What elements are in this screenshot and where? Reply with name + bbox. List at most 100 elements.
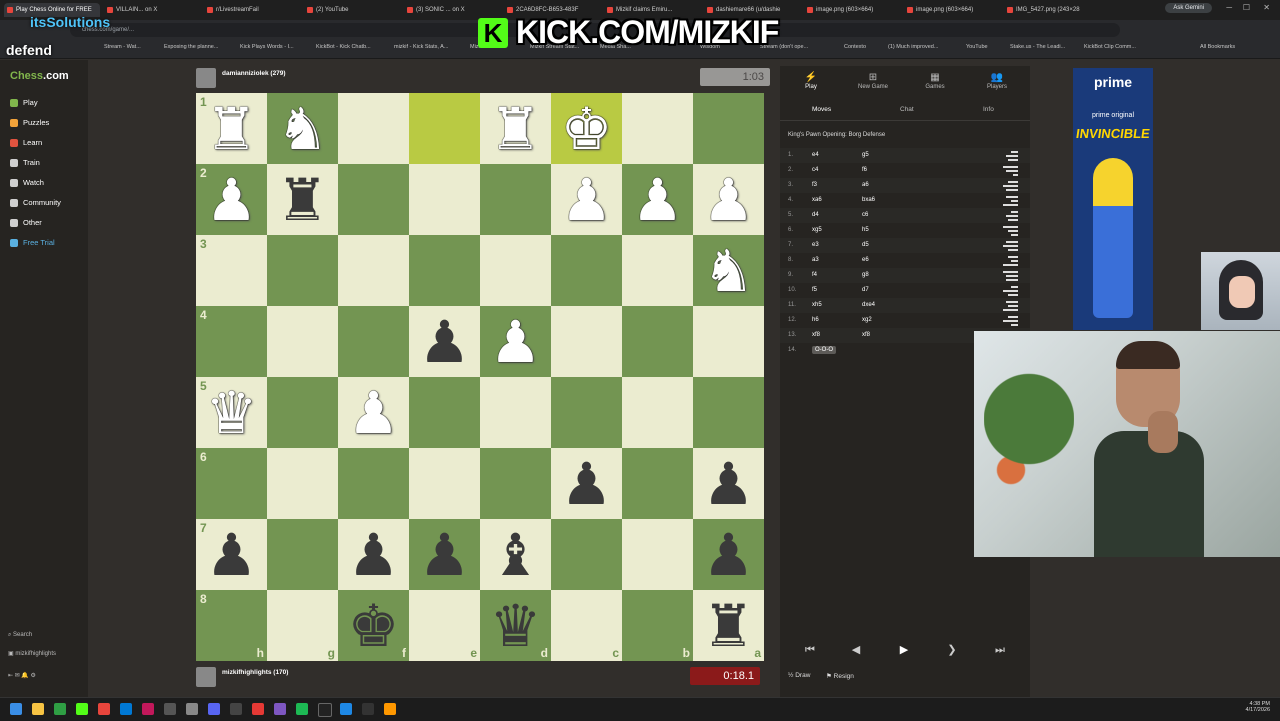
board-square[interactable] [622,377,693,448]
board-square[interactable] [551,377,622,448]
first-move-icon[interactable]: ⏮ [788,638,832,662]
avatar[interactable] [196,667,216,687]
black-bishop-piece[interactable]: ♝ [490,526,542,584]
white-move[interactable]: c4 [812,167,818,173]
bookmark[interactable]: (1) Much improved... [888,44,938,50]
bookmark[interactable]: Stream - Wat... [104,44,141,50]
board-square[interactable] [338,448,409,519]
board-square[interactable] [551,235,622,306]
bookmark[interactable]: Exposing the planne... [164,44,218,50]
browser-tab[interactable]: image.png (603×664) [804,3,900,17]
board-square[interactable]: g [267,590,338,661]
board-square[interactable] [409,377,480,448]
board-square[interactable]: 4 [196,306,267,377]
sidebar-item-other[interactable]: Other [10,218,42,227]
board-square[interactable]: ♝ [480,519,551,590]
white-move[interactable]: xg5 [812,227,822,233]
board-square[interactable] [409,164,480,235]
black-pawn-piece[interactable]: ♟ [703,526,755,584]
board-square[interactable] [338,164,409,235]
board-square[interactable] [267,519,338,590]
browser-tab[interactable]: (2) YouTube [304,3,400,17]
maximize-icon[interactable]: ☐ [1243,3,1250,12]
black-rook-piece[interactable]: ♜ [703,597,755,655]
avatar[interactable] [196,68,216,88]
board-square[interactable] [338,93,409,164]
bookmark[interactable]: Contexto [844,44,866,50]
board-square[interactable] [693,306,764,377]
close-icon[interactable]: ✕ [1263,3,1270,12]
board-square[interactable]: ♟ [693,164,764,235]
app-icon[interactable] [142,703,154,715]
black-move[interactable]: xf8 [862,332,870,338]
board-square[interactable]: 3 [196,235,267,306]
white-knight-piece[interactable]: ♞ [703,242,755,300]
board-square[interactable]: ♟ [551,448,622,519]
black-move[interactable]: c6 [862,212,868,218]
white-pawn-piece[interactable]: ♟ [561,171,613,229]
board-square[interactable] [409,93,480,164]
white-king-piece[interactable]: ♚ [561,100,613,158]
black-move[interactable]: a6 [862,182,869,188]
edge-icon[interactable] [120,703,132,715]
board-square[interactable]: f ♚ [338,590,409,661]
board-square[interactable]: ♟ [693,448,764,519]
prime-video-ad[interactable]: prime prime original INVINCIBLE [1073,68,1153,330]
board-square[interactable] [551,519,622,590]
sidebar-item-play[interactable]: Play [10,98,38,107]
bookmark[interactable]: Kick Plays Words - I... [240,44,294,50]
obs-icon[interactable] [318,703,332,717]
board-square[interactable]: 1 ♜ [196,93,267,164]
sidebar-item-free-trial[interactable]: Free Trial [10,238,55,247]
board-square[interactable]: ♞ [267,93,338,164]
bookmark[interactable]: YouTube [966,44,988,50]
sidebar-item-puzzles[interactable]: Puzzles [10,118,49,127]
board-square[interactable] [480,377,551,448]
white-pawn-piece[interactable]: ♟ [632,171,684,229]
black-move[interactable]: f6 [862,167,867,173]
bookmark[interactable]: All Bookmarks [1200,44,1235,50]
white-knight-piece[interactable]: ♞ [277,100,329,158]
board-square[interactable] [409,448,480,519]
ask-gemini-button[interactable]: Ask Gemini [1165,3,1212,13]
board-square[interactable] [693,377,764,448]
sidebar-item-community[interactable]: Community [10,198,61,207]
board-square[interactable]: 7 ♟ [196,519,267,590]
board-square[interactable]: 5 ♛ [196,377,267,448]
black-rook-piece[interactable]: ♜ [277,171,329,229]
app-icon[interactable] [340,703,352,715]
spotify-icon[interactable] [296,703,308,715]
board-square[interactable]: ♚ [551,93,622,164]
board-square[interactable] [622,93,693,164]
white-move[interactable]: f3 [812,182,817,188]
minimize-icon[interactable]: ─ [1226,3,1232,12]
white-move[interactable]: xa6 [812,197,822,203]
white-move[interactable]: h6 [812,317,819,323]
board-square[interactable]: ♟ [409,306,480,377]
board-square[interactable]: ♟ [338,377,409,448]
browser-tab[interactable]: VILLAIN... on X [104,3,200,17]
board-square[interactable]: e [409,590,480,661]
board-square[interactable] [622,306,693,377]
white-rook-piece[interactable]: ♜ [206,100,258,158]
black-move[interactable]: d7 [862,287,869,293]
black-pawn-piece[interactable]: ♟ [419,313,471,371]
black-pawn-piece[interactable]: ♟ [206,526,258,584]
next-move-icon[interactable]: ❯ [930,638,974,662]
sidebar-search[interactable]: ⌕ Search [8,632,32,639]
white-move[interactable]: f4 [812,272,817,278]
board-square[interactable]: ♜ [267,164,338,235]
subtab-info[interactable]: Info [983,106,994,113]
subtab-chat[interactable]: Chat [900,106,914,113]
board-square[interactable]: ♟ [480,306,551,377]
board-square[interactable]: ♟ [551,164,622,235]
bookmark[interactable]: Stake.us - The Leadi... [1010,44,1065,50]
sidebar-item-watch[interactable]: Watch [10,178,44,187]
white-move[interactable]: d4 [812,212,819,218]
white-move[interactable]: xh5 [812,302,822,308]
white-pawn-piece[interactable]: ♟ [490,313,542,371]
white-rook-piece[interactable]: ♜ [490,100,542,158]
black-queen-piece[interactable]: ♛ [490,597,542,655]
black-move[interactable]: dxe4 [862,302,875,308]
discord-icon[interactable] [208,703,220,715]
